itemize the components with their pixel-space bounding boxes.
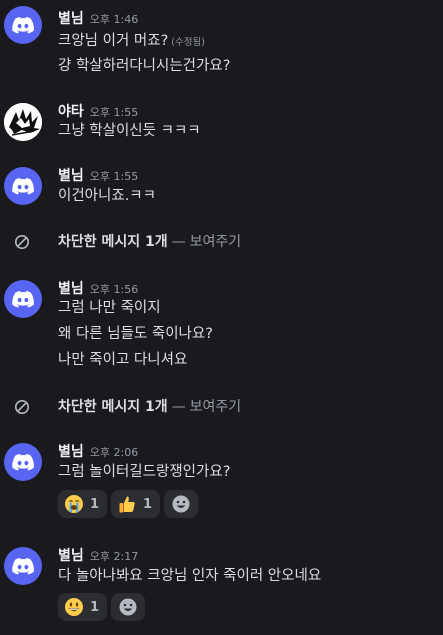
avatar[interactable] xyxy=(4,280,42,318)
blocked-message-text: 차단한 메시지 1개 xyxy=(58,399,168,415)
message-line: 그냥 학살이신듯 ㅋㅋㅋ xyxy=(58,123,201,139)
message-line: 다 놀아나봐요 크앙님 인자 죽이러 안오네요 xyxy=(58,568,322,584)
message-feed: 별님 오후 1:46 크앙님 이거 머죠? (수정됨) 걍 학살하러다니시는건가요?… xyxy=(0,0,443,635)
reaction-count: 1 xyxy=(90,599,100,615)
message-header: 별님 오후 1:55 xyxy=(58,165,138,185)
avatar[interactable] xyxy=(4,547,42,585)
message-line: 그럼 나만 죽이지 xyxy=(58,300,161,316)
message-header: 별님 오후 2:06 xyxy=(58,441,138,461)
blocked-message-notice: 차단한 메시지 1개 — 보여주기 xyxy=(0,231,443,253)
reaction-crying[interactable]: 1 xyxy=(58,490,108,518)
add-reaction-smiley-icon xyxy=(172,495,190,513)
reaction-bar: 1 xyxy=(58,593,146,621)
discord-logo-icon xyxy=(4,443,42,481)
thumbs-up-icon xyxy=(119,496,135,512)
message-line: 그럼 놀이터길드랑쟁인가요? xyxy=(58,464,231,480)
loudly-crying-face-icon xyxy=(65,494,83,513)
reaction-count: 1 xyxy=(90,496,100,512)
message-header: 야타 오후 1:55 xyxy=(58,101,138,121)
timestamp: 오후 2:06 xyxy=(89,446,139,459)
add-reaction-button[interactable] xyxy=(111,593,146,621)
blocked-message-text: 차단한 메시지 1개 xyxy=(58,234,168,250)
blocked-circle-icon xyxy=(15,235,29,249)
message-line: 크앙님 이거 머죠? (수정됨) xyxy=(58,33,205,49)
message-line: 왜 다른 님들도 죽이나요? xyxy=(58,326,213,342)
grinning-face-icon xyxy=(65,597,83,616)
add-reaction-button[interactable] xyxy=(164,490,199,518)
timestamp: 오후 1:46 xyxy=(89,13,139,26)
username[interactable]: 별님 xyxy=(58,11,84,27)
avatar[interactable] xyxy=(4,443,42,481)
avatar[interactable] xyxy=(4,6,42,44)
separator: — xyxy=(171,234,186,250)
timestamp: 오후 1:56 xyxy=(89,283,139,296)
message-header: 별님 오후 2:17 xyxy=(58,545,138,565)
discord-logo-icon xyxy=(4,6,42,44)
username[interactable]: 별님 xyxy=(58,281,84,297)
timestamp: 오후 1:55 xyxy=(89,106,139,119)
timestamp: 오후 2:17 xyxy=(89,550,139,563)
message-header: 별님 오후 1:46 xyxy=(58,8,138,28)
message-line: 걍 학살하러다니시는건가요? xyxy=(58,58,231,74)
message-line: 이건아니죠.ㅋㅋ xyxy=(58,188,156,204)
edited-label: (수정됨) xyxy=(171,37,205,48)
message-header: 별님 오후 1:56 xyxy=(58,278,138,298)
reaction-count: 1 xyxy=(143,496,153,512)
reaction-grinning[interactable]: 1 xyxy=(58,593,108,621)
avatar[interactable] xyxy=(4,103,42,141)
blocked-circle-icon xyxy=(15,400,29,414)
username[interactable]: 별님 xyxy=(58,444,84,460)
reaction-bar: 1 1 xyxy=(58,490,199,518)
discord-logo-icon xyxy=(4,167,42,205)
message-line: 나만 죽이고 다니셔요 xyxy=(58,352,188,368)
avatar[interactable] xyxy=(4,167,42,205)
discord-logo-icon xyxy=(4,547,42,585)
custom-black-white-avatar-icon xyxy=(4,103,42,141)
show-blocked-link[interactable]: 보여주기 xyxy=(190,399,242,415)
reaction-thumbs-up[interactable]: 1 xyxy=(111,490,161,518)
username[interactable]: 별님 xyxy=(58,548,84,564)
username[interactable]: 별님 xyxy=(58,168,84,184)
add-reaction-smiley-icon xyxy=(119,598,137,616)
blocked-message-notice: 차단한 메시지 1개 — 보여주기 xyxy=(0,396,443,418)
separator: — xyxy=(171,399,186,415)
timestamp: 오후 1:55 xyxy=(89,170,139,183)
discord-logo-icon xyxy=(4,280,42,318)
show-blocked-link[interactable]: 보여주기 xyxy=(190,234,242,250)
username[interactable]: 야타 xyxy=(58,104,84,120)
